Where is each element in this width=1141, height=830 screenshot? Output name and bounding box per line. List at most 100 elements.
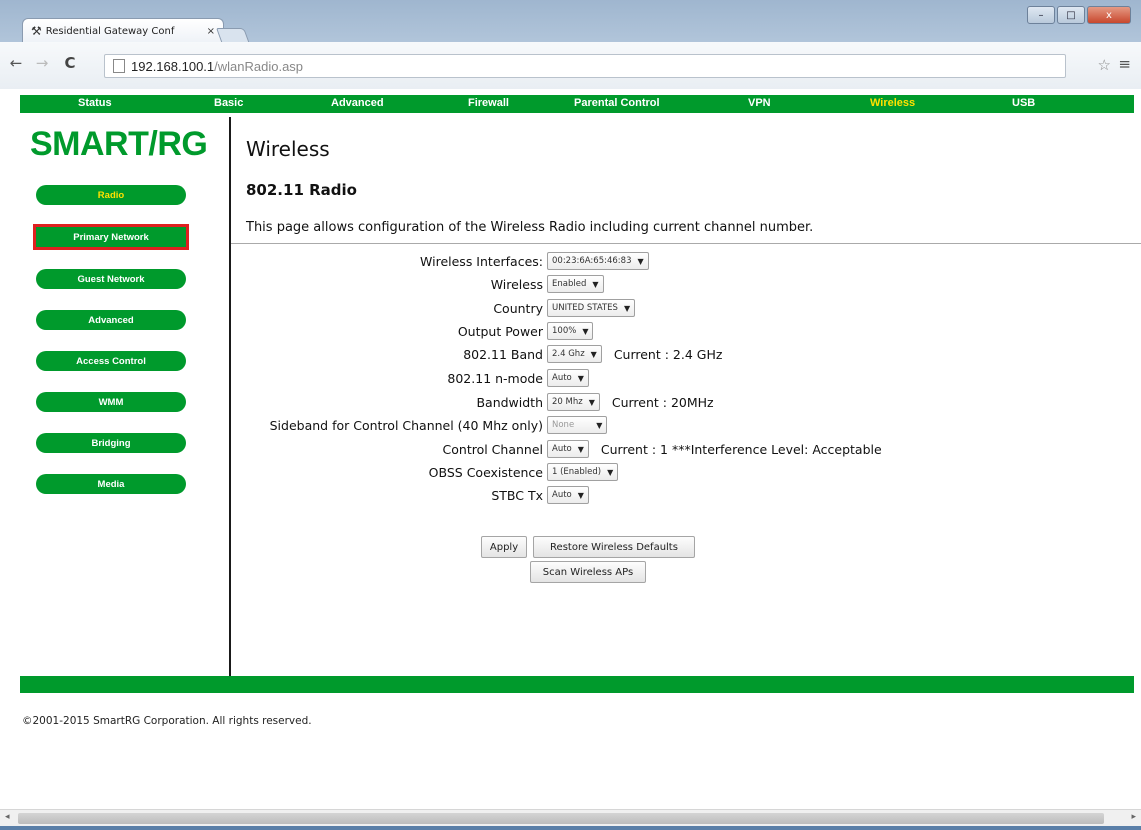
bandwidth-current: Current : 20MHz	[611, 394, 714, 410]
dropdown-arrow-icon: ▼	[637, 256, 644, 266]
bandwidth-select[interactable]: 20 Mhz ▼	[547, 393, 600, 411]
dropdown-arrow-icon: ▼	[592, 279, 599, 289]
form-row-output-power: Output Power 100% ▼	[0, 322, 1141, 342]
nav-parental-control[interactable]: Parental Control	[574, 97, 660, 109]
country-select[interactable]: UNITED STATES ▼	[547, 299, 636, 317]
band-value: 2.4 Ghz	[552, 349, 585, 359]
page-description: This page allows configuration of the Wi…	[246, 220, 814, 235]
form-row-stbc: STBC Tx Auto ▼	[0, 486, 1141, 506]
country-value: UNITED STATES	[552, 303, 618, 313]
wireless-interfaces-value: 00:23:6A:65:46:83	[552, 256, 632, 266]
url-host: 192.168.100.1	[131, 58, 215, 74]
nav-status[interactable]: Status	[78, 97, 112, 109]
top-navigation: Status Basic Advanced Firewall Parental …	[20, 95, 1134, 113]
wireless-interfaces-select[interactable]: 00:23:6A:65:46:83 ▼	[547, 252, 649, 270]
obss-label: OBSS Coexistence	[428, 465, 543, 480]
sideband-value: None	[552, 420, 575, 430]
forward-icon[interactable]: →	[32, 54, 52, 72]
wireless-value: Enabled	[552, 279, 587, 289]
form-row-country: Country UNITED STATES ▼	[0, 299, 1141, 319]
bookmark-star-icon[interactable]: ☆	[1098, 56, 1111, 74]
sideband-select[interactable]: None ▼	[547, 416, 608, 434]
nav-basic[interactable]: Basic	[214, 97, 243, 109]
page-title: Wireless	[246, 137, 330, 161]
stbc-label: STBC Tx	[491, 488, 543, 503]
output-power-value: 100%	[552, 326, 577, 336]
output-power-select[interactable]: 100% ▼	[547, 322, 594, 340]
restore-defaults-button[interactable]: Restore Wireless Defaults	[533, 536, 695, 558]
tab-close-icon[interactable]: ×	[207, 26, 215, 37]
copyright-text: ©2001-2015 SmartRG Corporation. All righ…	[22, 715, 312, 727]
dropdown-arrow-icon: ▼	[596, 420, 603, 430]
scan-aps-button[interactable]: Scan Wireless APs	[530, 561, 646, 583]
form-row-sideband: Sideband for Control Channel (40 Mhz onl…	[0, 416, 1141, 436]
sideband-label: Sideband for Control Channel (40 Mhz onl…	[269, 418, 543, 433]
section-title: 802.11 Radio	[246, 181, 357, 199]
gateway-favicon-icon: ⚒	[31, 24, 42, 38]
apply-button[interactable]: Apply	[481, 536, 527, 558]
form-row-wireless: Wireless Enabled ▼	[0, 275, 1141, 295]
url-path: /wlanRadio.asp	[214, 58, 304, 74]
scrollbar-thumb[interactable]	[18, 813, 1104, 824]
dropdown-arrow-icon: ▼	[577, 444, 584, 454]
stbc-select[interactable]: Auto ▼	[547, 486, 589, 504]
dropdown-arrow-icon: ▼	[588, 397, 595, 407]
bandwidth-value: 20 Mhz	[552, 397, 583, 407]
sidebar-item-primary-network[interactable]: Primary Network	[33, 224, 189, 250]
window-bottom-edge	[0, 826, 1141, 830]
window-controls: – □ x	[1027, 6, 1131, 24]
country-label: Country	[493, 301, 543, 316]
horizontal-scrollbar[interactable]: ◂ ▸	[0, 809, 1141, 827]
nav-vpn[interactable]: VPN	[748, 97, 771, 109]
form-row-band: 802.11 Band 2.4 Ghz ▼ Current : 2.4 GHz	[0, 345, 1141, 365]
router-page: Status Basic Advanced Firewall Parental …	[0, 89, 1141, 809]
address-bar[interactable]: 192.168.100.1 /wlanRadio.asp	[104, 54, 1066, 78]
smartrg-logo: SMART/RG	[30, 125, 208, 163]
n-mode-label: 802.11 n-mode	[447, 371, 543, 386]
sidebar-item-radio[interactable]: Radio	[36, 185, 186, 205]
nav-advanced[interactable]: Advanced	[331, 97, 384, 109]
control-channel-select[interactable]: Auto ▼	[547, 440, 589, 458]
back-icon[interactable]: ←	[6, 54, 26, 72]
nav-usb[interactable]: USB	[1012, 97, 1035, 109]
wireless-interfaces-label: Wireless Interfaces:	[420, 254, 543, 269]
dropdown-arrow-icon: ▼	[577, 490, 584, 500]
maximize-button[interactable]: □	[1057, 6, 1085, 24]
nav-wireless[interactable]: Wireless	[870, 97, 915, 109]
control-channel-value: Auto	[552, 444, 572, 454]
dropdown-arrow-icon: ▼	[623, 303, 631, 313]
browser-menu-icon[interactable]: ≡	[1118, 55, 1131, 73]
scroll-left-icon[interactable]: ◂	[5, 812, 10, 822]
reload-icon[interactable]: C	[60, 54, 80, 72]
output-power-label: Output Power	[457, 324, 543, 339]
band-label: 802.11 Band	[463, 347, 543, 362]
close-window-button[interactable]: x	[1087, 6, 1131, 24]
bandwidth-label: Bandwidth	[476, 395, 543, 410]
dropdown-arrow-icon: ▼	[607, 467, 614, 477]
control-channel-label: Control Channel	[442, 442, 543, 457]
browser-tab[interactable]: ⚒ Residential Gateway Conf ×	[22, 18, 224, 43]
footer-bar	[20, 676, 1134, 693]
n-mode-select[interactable]: Auto ▼	[547, 369, 589, 387]
tab-title: Residential Gateway Conf	[45, 25, 175, 37]
page-icon	[113, 59, 125, 73]
wireless-label: Wireless	[490, 277, 543, 292]
wireless-select[interactable]: Enabled ▼	[547, 275, 604, 293]
dropdown-arrow-icon: ▼	[582, 326, 589, 336]
form-row-n-mode: 802.11 n-mode Auto ▼	[0, 369, 1141, 389]
stbc-value: Auto	[552, 490, 572, 500]
n-mode-value: Auto	[552, 373, 572, 383]
form-row-bandwidth: Bandwidth 20 Mhz ▼ Current : 20MHz	[0, 393, 1141, 413]
obss-select[interactable]: 1 (Enabled) ▼	[547, 463, 619, 481]
minimize-button[interactable]: –	[1027, 6, 1055, 24]
form-row-control-channel: Control Channel Auto ▼ Current : 1 ***Inte…	[0, 440, 1141, 460]
dropdown-arrow-icon: ▼	[590, 349, 597, 359]
control-channel-current: Current : 1 ***Interference Level: Accep…	[600, 441, 882, 457]
obss-value: 1 (Enabled)	[552, 467, 602, 477]
dropdown-arrow-icon: ▼	[577, 373, 584, 383]
scroll-right-icon[interactable]: ▸	[1131, 812, 1136, 822]
form-row-obss: OBSS Coexistence 1 (Enabled) ▼	[0, 463, 1141, 483]
nav-firewall[interactable]: Firewall	[468, 97, 509, 109]
form-row-wireless-interfaces: Wireless Interfaces: 00:23:6A:65:46:83 ▼	[0, 252, 1141, 272]
band-select[interactable]: 2.4 Ghz ▼	[547, 345, 602, 363]
